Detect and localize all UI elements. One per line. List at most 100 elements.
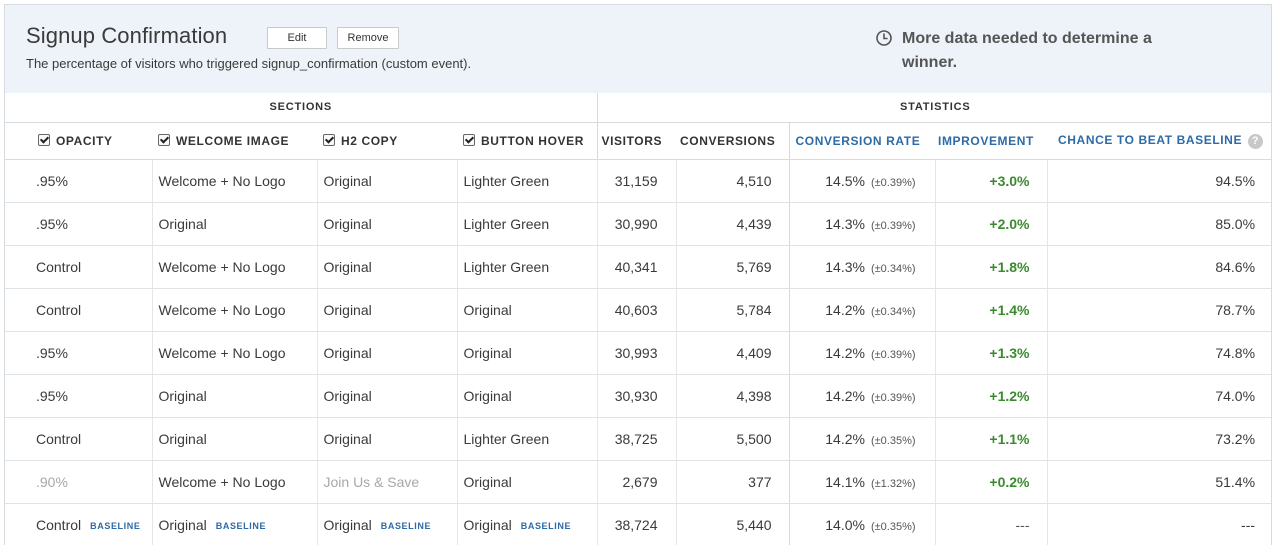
conversions-cell: 377 (676, 460, 790, 504)
welcome-image-cell: Original BASELINE (152, 503, 318, 545)
chance-to-beat-baseline-cell: 84.6% (1047, 245, 1271, 289)
conversions-cell-value: 4,409 (736, 344, 772, 361)
h2-copy-cell: Original (317, 202, 458, 246)
confidence-interval: (±0.34%) (870, 262, 916, 275)
winner-status: More data needed to determine a winner. (876, 27, 1196, 75)
improvement-cell-value: +1.8% (989, 258, 1030, 275)
visitors-cell-value: 2,679 (622, 473, 658, 490)
chance-to-beat-baseline-cell-value: 51.4% (1215, 473, 1256, 490)
conversions-cell-value: 4,439 (736, 215, 772, 232)
conversion-rate-cell-value: 14.3% (825, 215, 865, 232)
chance-to-beat-baseline-cell-value: 73.2% (1215, 430, 1256, 447)
confidence-interval: (±0.39%) (870, 348, 916, 361)
improvement-cell-value: +1.2% (989, 387, 1030, 404)
improvement-cell-value: --- (1015, 516, 1030, 533)
opacity-cell-value: Control (36, 301, 82, 318)
button-hover-cell-value: Lighter Green (463, 172, 550, 189)
opacity-cell: .95% (5, 159, 153, 203)
variation-row: .95% Original Original Lighter Green 30,990 4… (5, 202, 1271, 246)
opacity-cell-value: .90% (36, 473, 68, 490)
conversions-cell: 4,409 (676, 331, 790, 375)
h2-copy-cell: Original (317, 374, 458, 418)
conversions-cell-value: 377 (748, 473, 772, 490)
h2-copy-cell-value: Original (323, 215, 372, 232)
welcome-image-cell-value: Original (158, 430, 207, 447)
opacity-cell-value: Control (36, 516, 82, 533)
opacity-cell-value: Control (36, 430, 82, 447)
visitors-cell: 30,993 (597, 331, 677, 375)
visitors-cell-value: 30,993 (614, 344, 658, 361)
column-header-button-hover[interactable]: BUTTON HOVER (457, 122, 598, 160)
remove-button[interactable]: Remove (337, 27, 399, 49)
button-hover-cell-value: Lighter Green (463, 258, 550, 275)
opacity-cell: Control (5, 245, 153, 289)
chance-to-beat-baseline-cell-value: 78.7% (1215, 301, 1256, 318)
confidence-interval: (±0.39%) (870, 391, 916, 404)
h2-copy-cell-value: Original (323, 430, 372, 447)
visitors-cell: 40,341 (597, 245, 677, 289)
improvement-cell: +1.8% (935, 245, 1048, 289)
edit-button[interactable]: Edit (267, 27, 327, 49)
page-title: Signup Confirmation (26, 23, 228, 48)
chance-to-beat-baseline-cell: 94.5% (1047, 159, 1271, 203)
conversion-rate-cell-value: 14.0% (825, 516, 865, 533)
welcome-image-cell: Original (152, 417, 318, 461)
opacity-cell: .95% (5, 331, 153, 375)
visitors-cell: 30,930 (597, 374, 677, 418)
button-hover-checkbox[interactable] (463, 133, 475, 146)
conversion-rate-cell: 14.2% (±0.39%) (789, 331, 936, 375)
h2-copy-cell-value: Original (323, 258, 372, 275)
experiment-header: Signup Confirmation Edit Remove The perc… (5, 5, 1271, 94)
visitors-cell: 38,725 (597, 417, 677, 461)
column-header-opacity[interactable]: OPACITY (5, 122, 152, 160)
button-hover-cell-value: Lighter Green (463, 430, 550, 447)
chance-to-beat-baseline-cell: 78.7% (1047, 288, 1271, 332)
opacity-cell-value: Control (36, 258, 82, 275)
opacity-cell-value: .95% (36, 344, 68, 361)
improvement-cell: +3.0% (935, 159, 1048, 203)
h2-copy-cell: Original (317, 159, 458, 203)
welcome-image-cell-value: Welcome + No Logo (158, 172, 286, 189)
opacity-cell: .95% (5, 374, 153, 418)
visitors-cell-value: 30,990 (614, 215, 658, 232)
improvement-cell: +0.2% (935, 460, 1048, 504)
conversions-cell: 4,510 (676, 159, 790, 203)
results-body: .95% Welcome + No Logo Original Lighter Gre… (5, 159, 1271, 545)
chance-to-beat-baseline-cell: 51.4% (1047, 460, 1271, 504)
h2-copy-cell-value: Original (323, 301, 372, 318)
button-hover-cell-value: Original (463, 387, 512, 404)
column-header-visitors: VISITORS (597, 122, 677, 160)
baseline-badge: BASELINE (215, 520, 267, 531)
improvement-cell-value: +1.3% (989, 344, 1030, 361)
button-hover-cell: Lighter Green (457, 159, 598, 203)
h2-copy-checkbox[interactable] (323, 133, 335, 146)
opacity-checkbox[interactable] (38, 133, 50, 146)
column-header-improvement[interactable]: IMPROVEMENT (935, 122, 1048, 160)
conversions-cell-value: 4,510 (736, 172, 772, 189)
variation-row: .90% Welcome + No Logo Join Us & Save Origi… (5, 460, 1271, 504)
visitors-cell-value: 40,603 (614, 301, 658, 318)
conversion-rate-cell-value: 14.2% (825, 430, 865, 447)
opacity-cell-value: .95% (36, 172, 68, 189)
improvement-cell: +1.1% (935, 417, 1048, 461)
column-header-welcome-image[interactable]: WELCOME IMAGE (152, 122, 317, 160)
visitors-cell-value: 38,725 (614, 430, 658, 447)
welcome-image-cell-value: Welcome + No Logo (158, 258, 286, 275)
column-header-chance-to-beat-baseline[interactable]: CHANCE TO BEAT BASELINE? (1047, 122, 1271, 160)
chance-to-beat-baseline-cell: 74.8% (1047, 331, 1271, 375)
column-header-conversion-rate[interactable]: CONVERSION RATE (789, 122, 936, 160)
help-icon[interactable]: ? (1248, 133, 1264, 149)
variation-row: .95% Welcome + No Logo Original Lighter Gre… (5, 159, 1271, 203)
welcome-image-cell: Welcome + No Logo (152, 460, 318, 504)
column-header-h2-copy[interactable]: H2 COPY (317, 122, 457, 160)
improvement-cell: +1.3% (935, 331, 1048, 375)
h2-copy-cell: Join Us & Save (317, 460, 458, 504)
conversions-cell: 4,439 (676, 202, 790, 246)
conversion-rate-cell: 14.1% (±1.32%) (789, 460, 936, 504)
variation-row: Control Welcome + No Logo Original Original… (5, 288, 1271, 332)
chance-to-beat-baseline-cell: --- (1047, 503, 1271, 545)
welcome-image-cell: Welcome + No Logo (152, 288, 318, 332)
welcome-image-cell: Original (152, 374, 318, 418)
conversions-cell: 5,784 (676, 288, 790, 332)
welcome-image-checkbox[interactable] (158, 133, 170, 146)
